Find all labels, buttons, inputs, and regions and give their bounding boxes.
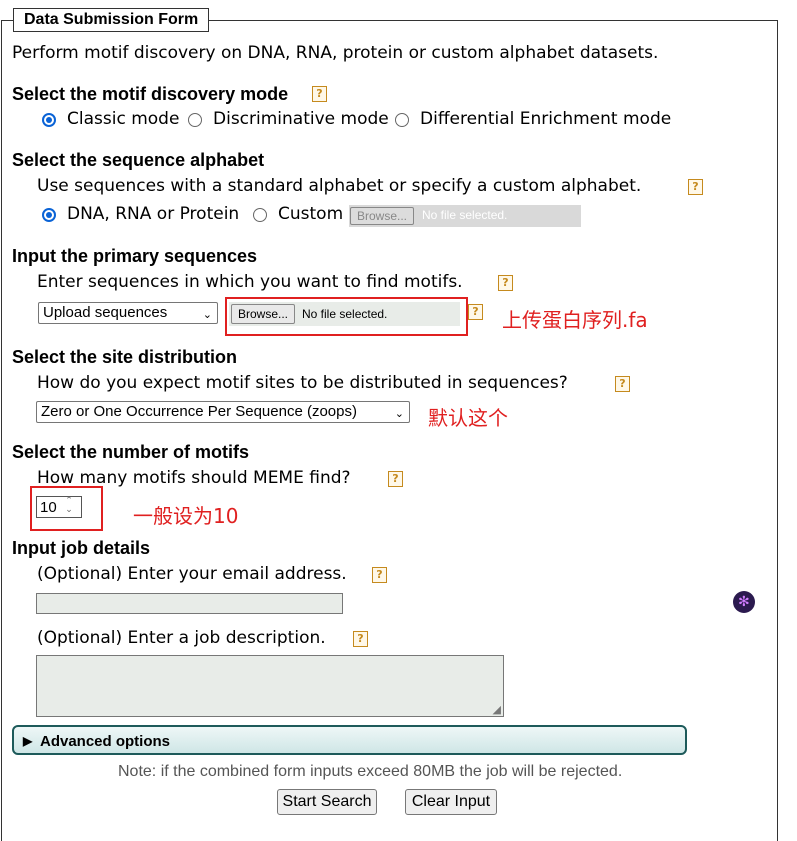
radio-classic-mode[interactable] [42,113,56,127]
distribution-heading: Select the site distribution [12,347,238,367]
email-field[interactable] [36,593,343,614]
advanced-options-toggle[interactable]: ▶ Advanced options [12,725,687,755]
size-limit-note: Note: if the combined form inputs exceed… [118,763,623,780]
help-icon[interactable]: ? [312,86,327,102]
resize-handle-icon[interactable]: ◢ [493,703,501,716]
extension-icon[interactable]: ✻ [733,591,755,613]
sequence-source-select[interactable]: Upload sequences ⌄ [38,302,218,324]
alphabet-heading: Select the sequence alphabet [12,150,265,170]
file-status: No file selected. [302,307,388,321]
motifs-desc: How many motifs should MEME find? [37,468,351,488]
radio-label-classic: Classic mode [67,109,180,129]
select-value: Zero or One Occurrence Per Sequence (zoo… [41,403,357,420]
help-icon[interactable]: ? [468,304,483,320]
browse-button[interactable]: Browse... [231,304,295,324]
help-icon[interactable]: ? [498,275,513,291]
sparkle-icon: ✻ [738,594,750,610]
data-submission-fieldset [1,20,778,841]
annotation-default-note: 默认这个 [428,406,508,430]
motif-count-value: 10 [40,499,57,516]
radio-label-discriminative: Discriminative mode [213,109,389,129]
motif-count-stepper[interactable]: 10 ⌃ ⌄ [36,496,82,518]
file-status: No file selected. [422,208,508,222]
sequence-file-input[interactable]: Browse... No file selected. [229,302,460,326]
chevron-down-icon: ⌄ [394,408,404,420]
help-icon[interactable]: ? [615,376,630,392]
browse-button-disabled[interactable]: Browse... [350,207,414,225]
form-legend: Data Submission Form [13,8,210,32]
radio-dna-rna-protein[interactable] [42,208,56,222]
description-label: (Optional) Enter a job description. [37,628,326,648]
chevron-down-icon: ⌄ [202,309,212,321]
alphabet-desc: Use sequences with a standard alphabet o… [37,176,642,196]
job-description-textarea[interactable]: ◢ [36,655,504,717]
intro-text: Perform motif discovery on DNA, RNA, pro… [12,43,659,63]
radio-label-custom: Custom [278,204,344,224]
motifs-heading: Select the number of motifs [12,442,250,462]
radio-custom-alphabet[interactable] [253,208,267,222]
job-heading: Input job details [12,538,150,558]
distribution-desc: How do you expect motif sites to be dist… [37,373,568,393]
expand-triangle-icon: ▶ [23,734,33,748]
help-icon[interactable]: ? [388,471,403,487]
spinner-arrows-icon[interactable]: ⌃ ⌄ [64,497,74,515]
email-label: (Optional) Enter your email address. [37,564,347,584]
help-icon[interactable]: ? [688,179,703,195]
radio-label-differential: Differential Enrichment mode [420,109,672,129]
radio-label-dna: DNA, RNA or Protein [67,204,240,224]
advanced-options-label: Advanced options [40,733,171,750]
primary-heading: Input the primary sequences [12,246,258,266]
mode-heading: Select the motif discovery mode [12,84,289,104]
custom-alphabet-file-input[interactable]: Browse... No file selected. [349,205,581,227]
help-icon[interactable]: ? [372,567,387,583]
select-value: Upload sequences [43,304,168,321]
radio-discriminative-mode[interactable] [188,113,202,127]
primary-desc: Enter sequences in which you want to fin… [37,272,463,292]
clear-input-button[interactable]: Clear Input [405,789,497,815]
help-icon[interactable]: ? [353,631,368,647]
annotation-upload-note: 上传蛋白序列.fa [502,308,648,332]
start-search-button[interactable]: Start Search [277,789,377,815]
annotation-motif-note: 一般设为10 [133,504,239,528]
radio-differential-mode[interactable] [395,113,409,127]
site-distribution-select[interactable]: Zero or One Occurrence Per Sequence (zoo… [36,401,410,423]
